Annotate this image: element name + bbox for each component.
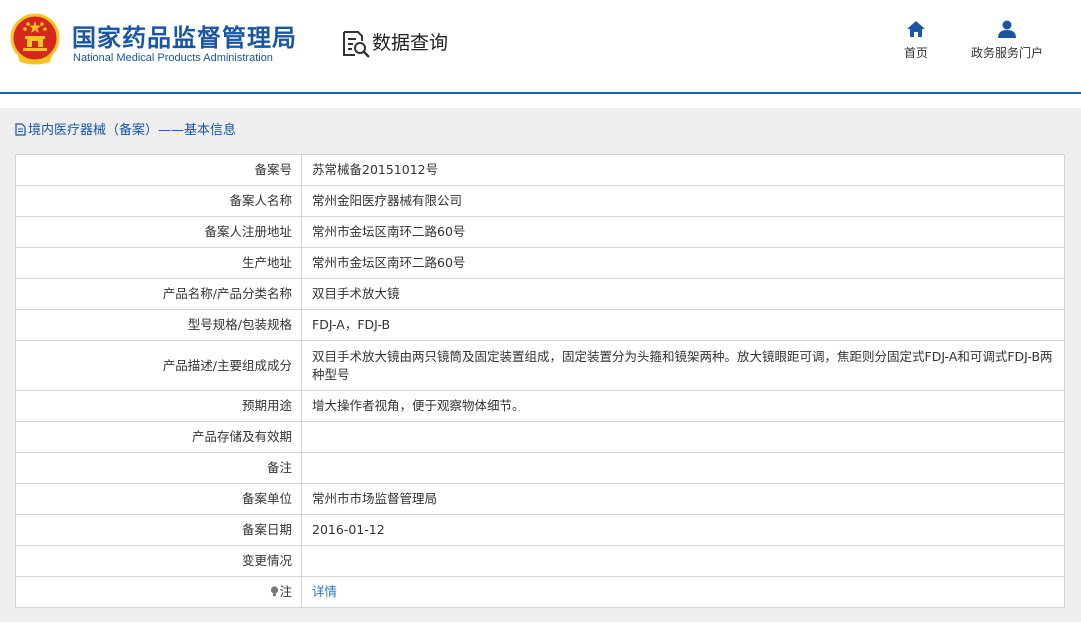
org-name-en: National Medical Products Administration <box>73 52 273 64</box>
row-value <box>301 452 1065 484</box>
details-link[interactable]: 详情 <box>312 584 337 599</box>
table-row: 预期用途 增大操作者视角，便于观察物体细节。 <box>15 390 1065 422</box>
row-key: 备案号 <box>15 154 302 186</box>
table-row: 变更情况 <box>15 545 1065 577</box>
row-key: 备案单位 <box>15 483 302 515</box>
table-row: 备案号 苏常械备20151012号 <box>15 154 1065 186</box>
table-row: 产品描述/主要组成成分 双目手术放大镜由两只镜筒及固定装置组成，固定装置分为头箍… <box>15 340 1065 391</box>
row-key: 型号规格/包装规格 <box>15 309 302 341</box>
detail-panel: 境内医疗器械（备案）——基本信息 备案号 苏常械备20151012号 备案人名称… <box>0 108 1081 622</box>
row-value: FDJ-A，FDJ-B <box>301 309 1065 341</box>
panel-title-text: 境内医疗器械（备案）——基本信息 <box>28 123 237 138</box>
nav-portal-label: 政务服务门户 <box>970 46 1043 60</box>
national-emblem-icon <box>10 13 60 65</box>
row-value: 双目手术放大镜 <box>301 278 1065 310</box>
org-name-cn: 国家药品监督管理局 <box>72 24 297 52</box>
table-row: 产品存储及有效期 <box>15 421 1065 453</box>
row-value: 苏常械备20151012号 <box>301 154 1065 186</box>
document-icon <box>15 123 26 136</box>
row-value: 常州市金坛区南环二路60号 <box>301 247 1065 279</box>
nav-home-label: 首页 <box>903 46 928 60</box>
row-key: 产品名称/产品分类名称 <box>15 278 302 310</box>
note-key-label: 注 <box>279 584 292 599</box>
table-row: 产品名称/产品分类名称 双目手术放大镜 <box>15 278 1065 310</box>
table-row: 备案单位 常州市市场监督管理局 <box>15 483 1065 515</box>
note-key: 注 <box>15 576 302 608</box>
panel-title: 境内医疗器械（备案）——基本信息 <box>15 119 236 138</box>
note-value: 详情 <box>301 576 1065 608</box>
table-row: 生产地址 常州市金坛区南环二路60号 <box>15 247 1065 279</box>
row-key: 预期用途 <box>15 390 302 422</box>
record-table: 备案号 苏常械备20151012号 备案人名称 常州金阳医疗器械有限公司 备案人… <box>15 154 1065 608</box>
row-key: 备案日期 <box>15 514 302 546</box>
row-key: 变更情况 <box>15 545 302 577</box>
table-row: 型号规格/包装规格 FDJ-A，FDJ-B <box>15 309 1065 341</box>
row-key: 备注 <box>15 452 302 484</box>
table-row: 备案人名称 常州金阳医疗器械有限公司 <box>15 185 1065 217</box>
table-row: 备案日期 2016-01-12 <box>15 514 1065 546</box>
row-key: 备案人注册地址 <box>15 216 302 248</box>
row-value: 常州金阳医疗器械有限公司 <box>301 185 1065 217</box>
row-key: 备案人名称 <box>15 185 302 217</box>
table-row: 备案人注册地址 常州市金坛区南环二路60号 <box>15 216 1065 248</box>
row-key: 产品存储及有效期 <box>15 421 302 453</box>
user-icon <box>998 20 1016 38</box>
row-value: 常州市金坛区南环二路60号 <box>301 216 1065 248</box>
data-query-icon <box>343 31 370 58</box>
row-key: 产品描述/主要组成成分 <box>15 340 302 391</box>
table-row: 备注 <box>15 452 1065 484</box>
row-value: 增大操作者视角，便于观察物体细节。 <box>301 390 1065 422</box>
nav-service-portal[interactable]: 政务服务门户 <box>965 20 1049 61</box>
row-value <box>301 421 1065 453</box>
table-row-note: 注 详情 <box>15 576 1065 608</box>
nav-home[interactable]: 首页 <box>900 20 932 61</box>
home-icon <box>907 21 925 37</box>
row-key: 生产地址 <box>15 247 302 279</box>
row-value: 双目手术放大镜由两只镜筒及固定装置组成，固定装置分为头箍和镜架两种。放大镜眼距可… <box>301 340 1065 391</box>
section-title: 数据查询 <box>372 32 449 54</box>
row-value: 常州市市场监督管理局 <box>301 483 1065 515</box>
row-value: 2016-01-12 <box>301 514 1065 546</box>
row-value <box>301 545 1065 577</box>
site-header: 国家药品监督管理局 National Medical Products Admi… <box>0 0 1081 94</box>
